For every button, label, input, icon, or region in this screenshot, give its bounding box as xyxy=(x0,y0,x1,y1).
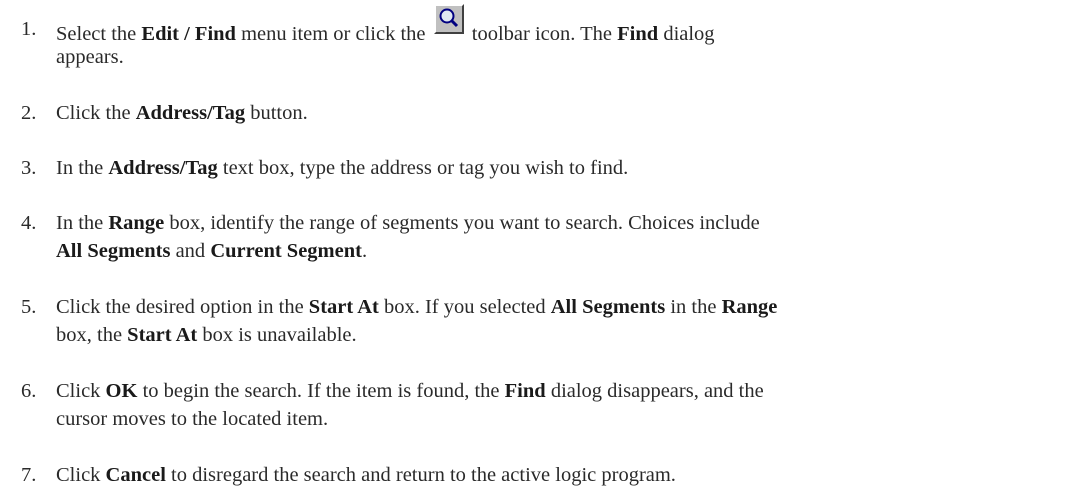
text-run: box. If you selected xyxy=(378,296,551,318)
step-text: Select the Edit / Find menu item or clic… xyxy=(56,4,955,47)
text-run: menu item or click the xyxy=(235,23,431,45)
button-name: Cancel xyxy=(105,464,166,486)
step-number: 6. xyxy=(21,380,37,402)
text-run: toolbar icon. The xyxy=(466,23,618,45)
step-text-line2: box, the Start At box is unavailable. xyxy=(56,322,955,348)
text-run: text box, type the address or tag you wi… xyxy=(217,157,629,179)
text-run: box, the xyxy=(56,324,128,346)
step-text: Click OK to begin the search. If the ite… xyxy=(56,378,955,404)
text-run: . xyxy=(361,240,368,262)
option-name: Current Segment xyxy=(210,240,362,262)
step-text: In the Range box, identify the range of … xyxy=(56,210,955,236)
field-name: Range xyxy=(108,212,165,234)
text-run: dialog disappears, and the xyxy=(545,380,764,402)
field-name: Range xyxy=(721,296,778,318)
option-name: All Segments xyxy=(56,240,171,262)
text-run: Click xyxy=(56,380,106,402)
button-name: Address/Tag xyxy=(135,102,246,124)
step-text: Click the desired option in the Start At… xyxy=(56,294,955,320)
text-run: Click the desired option in the xyxy=(56,296,309,318)
step-text-line2: appears. xyxy=(56,44,955,70)
step-number: 3. xyxy=(21,157,37,179)
text-run: In the xyxy=(56,212,109,234)
text-run: appears. xyxy=(56,46,124,68)
option-name: All Segments xyxy=(550,296,666,318)
text-run: and xyxy=(170,240,211,262)
step-text-line2: cursor moves to the located item. xyxy=(56,406,955,432)
field-name: Start At xyxy=(127,324,198,346)
text-run: in the xyxy=(665,296,722,318)
field-name: Start At xyxy=(308,296,379,318)
step-text: In the Address/Tag text box, type the ad… xyxy=(56,155,955,181)
step-number: 5. xyxy=(21,296,37,318)
step-text: Click the Address/Tag button. xyxy=(56,100,955,126)
field-name: Address/Tag xyxy=(108,157,218,179)
step-number: 1. xyxy=(21,18,37,40)
step-number: 2. xyxy=(21,102,37,124)
menu-path: Edit / Find xyxy=(141,23,236,45)
text-run: Click xyxy=(56,464,106,486)
text-run: box, identify the range of segments you … xyxy=(164,212,760,234)
step-number: 4. xyxy=(21,212,37,234)
text-run: dialog xyxy=(658,23,715,45)
text-run: Select the xyxy=(56,23,142,45)
text-run: box is unavailable. xyxy=(197,324,357,346)
step-number: 7. xyxy=(21,464,37,486)
text-run: cursor moves to the located item. xyxy=(56,408,329,430)
text-run: to begin the search. If the item is foun… xyxy=(137,380,505,402)
step-text: Click Cancel to disregard the search and… xyxy=(56,462,955,488)
text-run: to disregard the search and return to th… xyxy=(165,464,676,486)
dialog-name: Find xyxy=(617,23,659,45)
button-name: OK xyxy=(105,380,138,402)
step-text-line2: All Segments and Current Segment. xyxy=(56,238,955,264)
dialog-name: Find xyxy=(504,380,546,402)
text-run: In the xyxy=(56,157,109,179)
magnifier-icon xyxy=(433,4,464,34)
text-run: button. xyxy=(245,102,308,124)
text-run: Click the xyxy=(56,102,136,124)
